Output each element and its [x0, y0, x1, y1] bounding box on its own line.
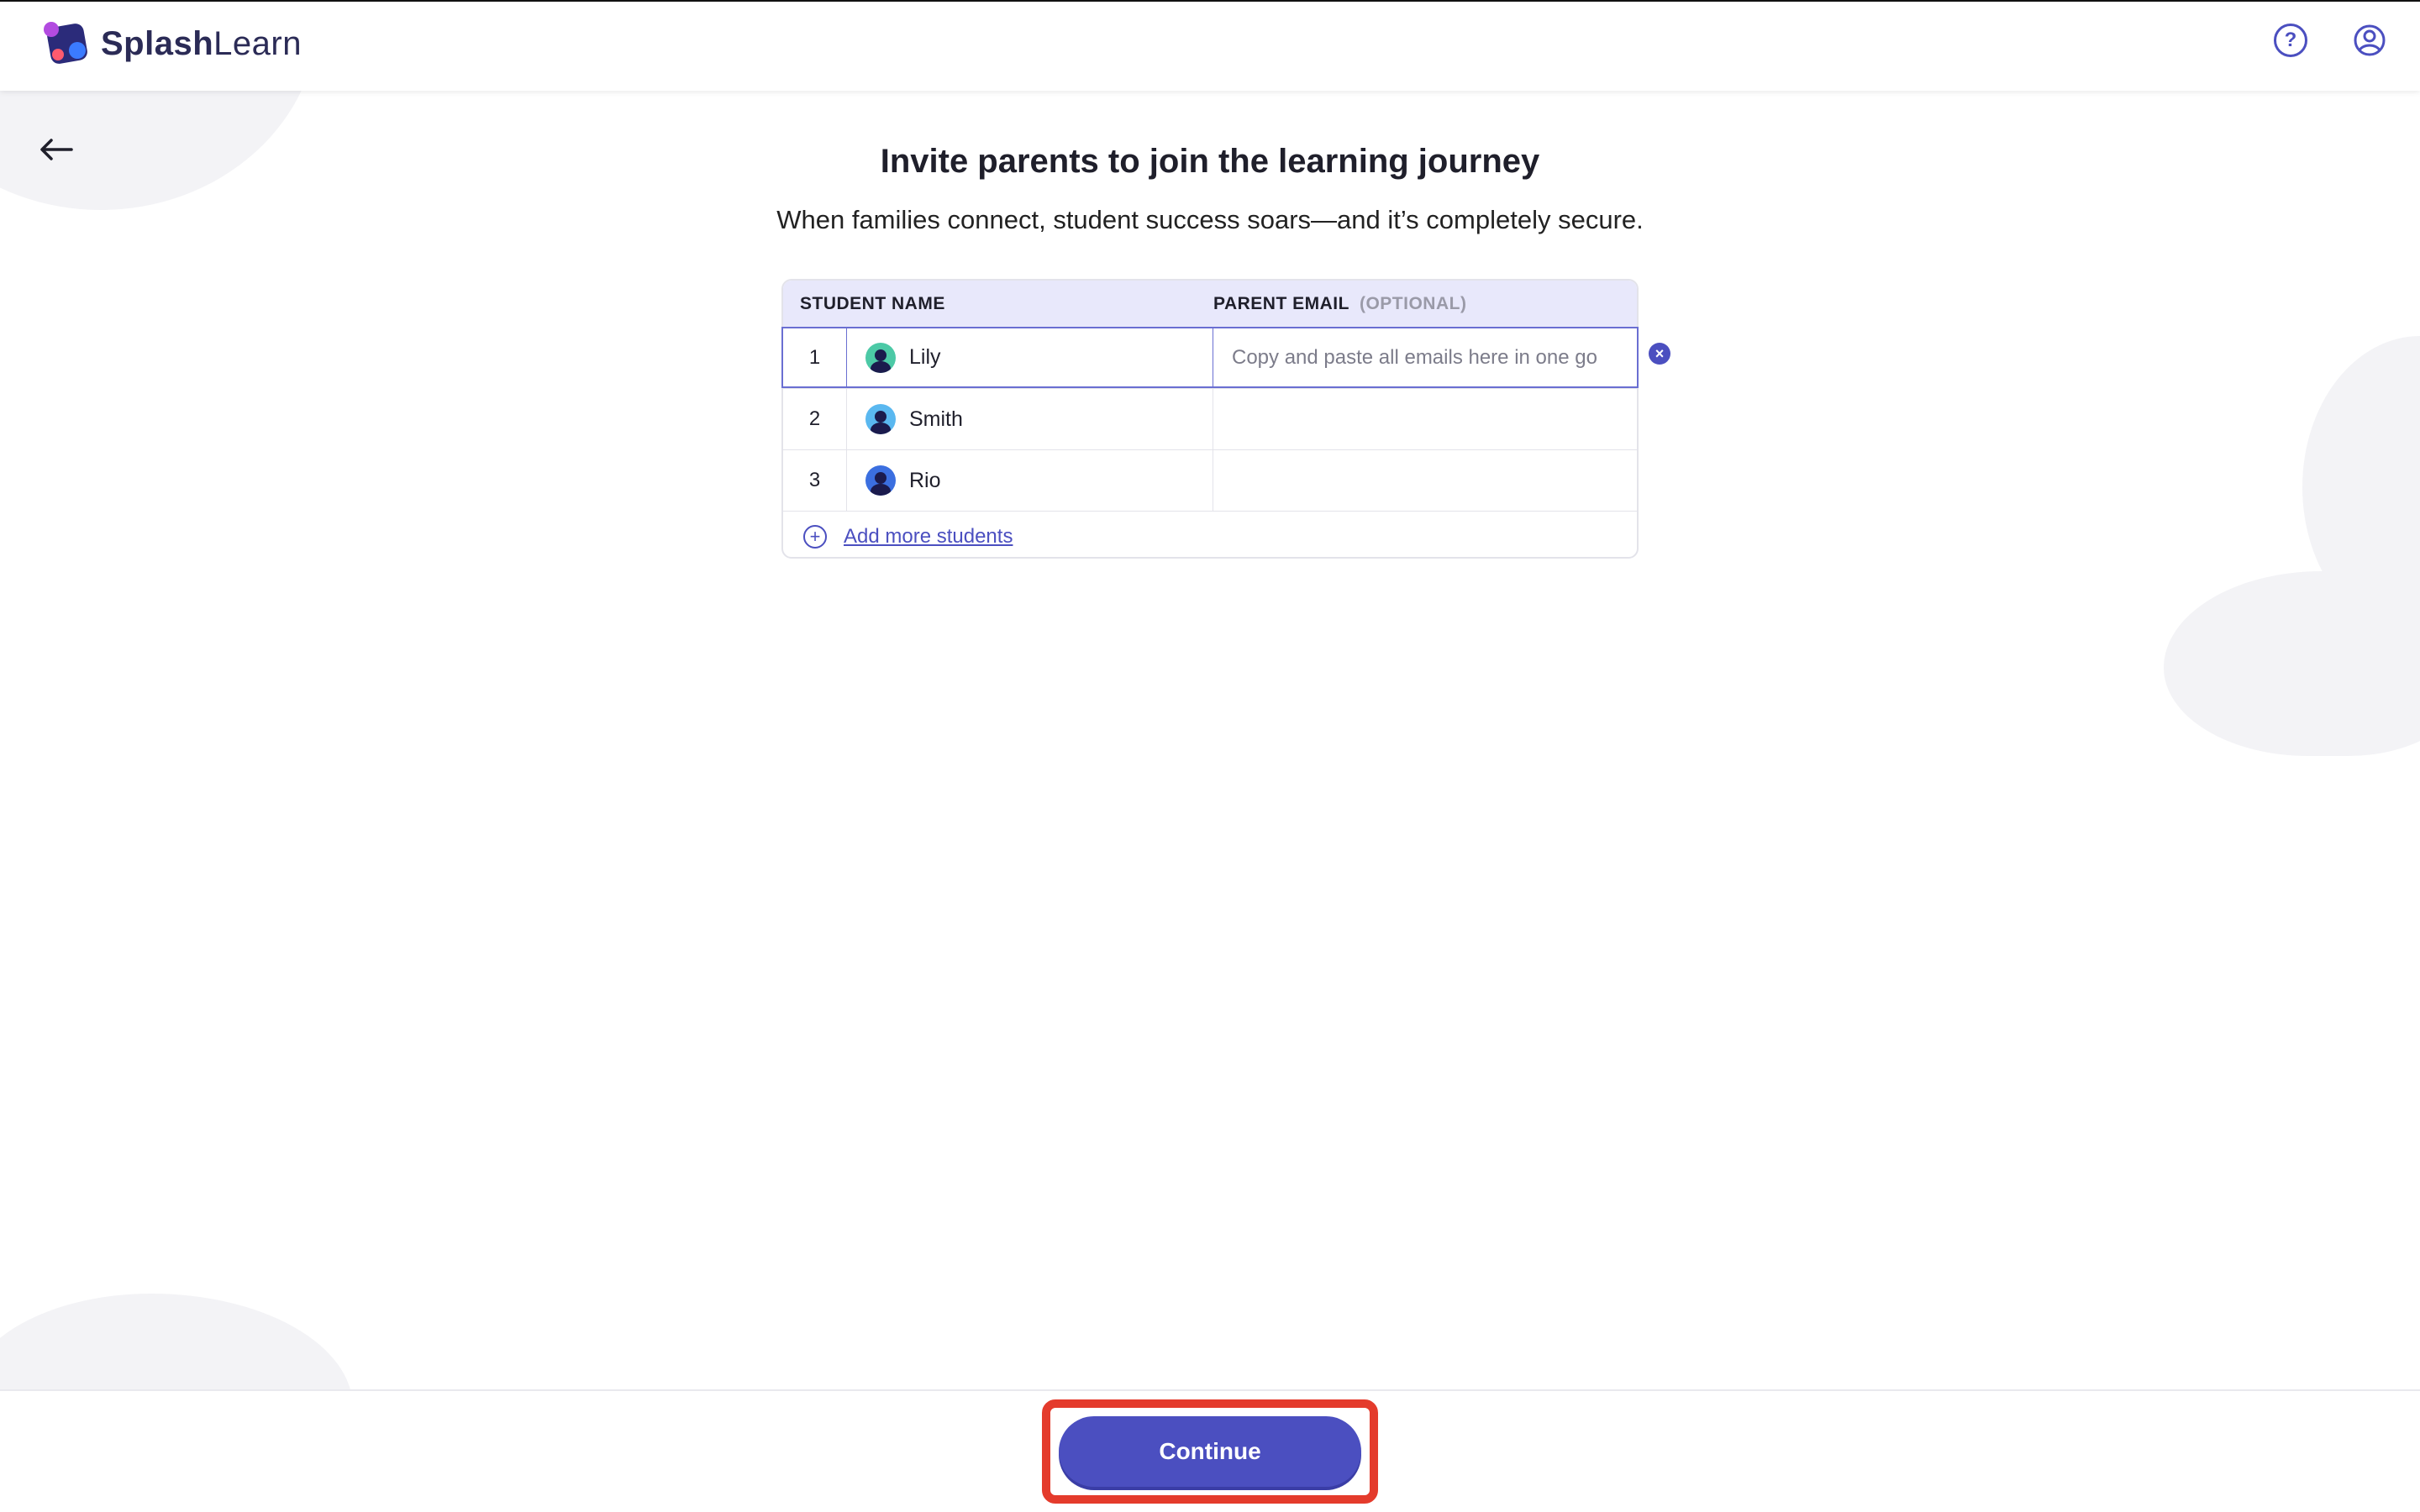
- optional-label: (OPTIONAL): [1359, 294, 1467, 313]
- table-header: STUDENT NAME PARENT EMAIL (OPTIONAL): [783, 281, 1637, 328]
- table-row: 2 Smith: [783, 388, 1637, 449]
- close-icon: ×: [1655, 344, 1665, 362]
- page-subtitle: When families connect, student success s…: [776, 205, 1644, 234]
- add-more-students-row[interactable]: + Add more students: [783, 511, 1637, 561]
- splashlearn-logo[interactable]: SplashLearn: [44, 20, 302, 67]
- parent-email-label: PARENT EMAIL: [1213, 294, 1349, 313]
- logo-text: SplashLearn: [101, 25, 302, 63]
- add-more-students-link[interactable]: Add more students: [844, 525, 1013, 549]
- parent-email-cell[interactable]: [1213, 389, 1637, 449]
- table-row: 1 Lily: [781, 327, 1639, 388]
- parent-email-input[interactable]: [1232, 407, 1637, 431]
- table-row: 3 Rio: [783, 449, 1637, 511]
- student-avatar-icon: [865, 404, 896, 434]
- page-title: Invite parents to join the learning jour…: [880, 143, 1540, 180]
- student-avatar-icon: [865, 465, 896, 496]
- top-bar: SplashLearn ?: [0, 0, 2420, 91]
- parent-email-input[interactable]: [1232, 345, 1637, 370]
- continue-button-highlight: Continue: [1042, 1399, 1378, 1504]
- row-number: 1: [783, 328, 847, 386]
- logo-mark-icon: [44, 20, 91, 67]
- row-number: 2: [783, 389, 847, 449]
- parent-email-input[interactable]: [1232, 469, 1637, 492]
- parent-email-cell[interactable]: [1213, 328, 1637, 386]
- background-blob: [2164, 571, 2420, 756]
- logo-text-learn: Learn: [213, 24, 302, 62]
- plus-circle-icon[interactable]: +: [803, 524, 827, 549]
- parent-email-cell[interactable]: [1213, 450, 1637, 511]
- logo-text-splash: Splash: [101, 24, 214, 62]
- row-number: 3: [783, 450, 847, 511]
- student-name-cell[interactable]: Smith: [847, 389, 1213, 449]
- student-name-cell[interactable]: Rio: [847, 450, 1213, 511]
- clear-row-button[interactable]: ×: [1649, 343, 1670, 365]
- students-table: STUDENT NAME PARENT EMAIL (OPTIONAL) 1 L…: [781, 279, 1639, 559]
- user-account-icon[interactable]: [2353, 24, 2386, 57]
- student-name: Lily: [909, 345, 941, 369]
- student-name-cell[interactable]: Lily: [847, 328, 1213, 386]
- column-header-parent-email: PARENT EMAIL (OPTIONAL): [1213, 294, 1466, 314]
- student-avatar-icon: [865, 342, 896, 373]
- student-name: Smith: [909, 407, 963, 431]
- student-name: Rio: [909, 468, 941, 492]
- column-header-student-name: STUDENT NAME: [800, 294, 945, 313]
- help-icon[interactable]: ?: [2274, 24, 2307, 57]
- continue-button[interactable]: Continue: [1059, 1416, 1361, 1487]
